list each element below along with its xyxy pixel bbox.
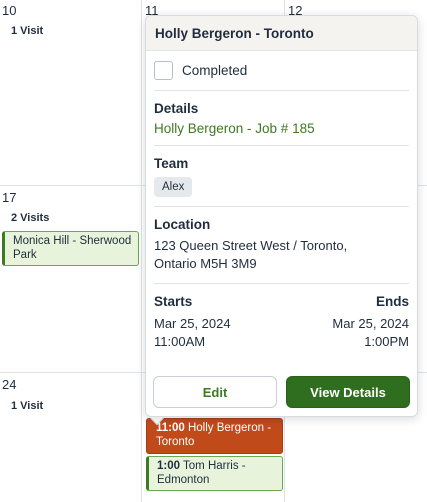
- completed-section: Completed: [154, 51, 409, 91]
- grid-divider: [141, 0, 142, 502]
- team-label: Team: [154, 156, 189, 171]
- event-chip-holly-bergeron[interactable]: 11:00 Holly Bergeron - Toronto: [146, 418, 283, 454]
- day-number[interactable]: 24: [2, 377, 16, 392]
- end-date: Mar 25, 2024: [332, 316, 409, 331]
- view-details-button[interactable]: View Details: [286, 376, 410, 408]
- end-value: Mar 25, 2024 1:00PM: [332, 315, 409, 351]
- end-time: 1:00PM: [364, 334, 409, 349]
- details-label: Details: [154, 101, 199, 116]
- event-popover: Holly Bergeron - Toronto Completed Detai…: [145, 15, 418, 417]
- job-link[interactable]: Holly Bergeron - Job # 185: [154, 121, 409, 136]
- start-time: 11:00AM: [154, 334, 206, 349]
- visit-count: 1 Visit: [11, 400, 44, 412]
- completed-checkbox-row[interactable]: Completed: [154, 51, 409, 90]
- day-number[interactable]: 17: [2, 190, 16, 205]
- event-time: 1:00: [157, 460, 181, 472]
- event-title: Monica Hill - Sherwood Park: [13, 235, 132, 261]
- event-time: 11:00: [156, 422, 185, 434]
- event-chip-monica-hill[interactable]: Monica Hill - Sherwood Park: [2, 231, 139, 266]
- schedule-section: Starts Ends Mar 25, 2024 11:00AM Mar 25,…: [154, 284, 409, 351]
- popover-title: Holly Bergeron - Toronto: [146, 16, 417, 51]
- visit-count: 2 Visits: [11, 212, 50, 224]
- team-section: Team Alex: [154, 146, 409, 207]
- completed-checkbox[interactable]: [154, 61, 173, 80]
- location-label: Location: [154, 217, 211, 232]
- day-number[interactable]: 10: [2, 3, 16, 18]
- start-date: Mar 25, 2024: [154, 316, 231, 331]
- start-value: Mar 25, 2024 11:00AM: [154, 315, 231, 351]
- team-member-badge: Alex: [154, 177, 193, 197]
- visit-count: 1 Visit: [11, 25, 44, 37]
- completed-label: Completed: [182, 63, 248, 78]
- address: 123 Queen Street West / Toronto, Ontario…: [154, 237, 409, 273]
- event-chip-tom-harris[interactable]: 1:00 Tom Harris - Edmonton: [146, 456, 283, 491]
- location-section: Location 123 Queen Street West / Toronto…: [154, 207, 409, 284]
- address-line: Ontario M5H 3M9: [154, 256, 257, 271]
- ends-label: Ends: [375, 294, 409, 309]
- details-section: Details Holly Bergeron - Job # 185: [154, 91, 409, 146]
- starts-label: Starts: [154, 294, 193, 309]
- address-line: 123 Queen Street West / Toronto,: [154, 238, 348, 253]
- edit-button[interactable]: Edit: [153, 376, 277, 408]
